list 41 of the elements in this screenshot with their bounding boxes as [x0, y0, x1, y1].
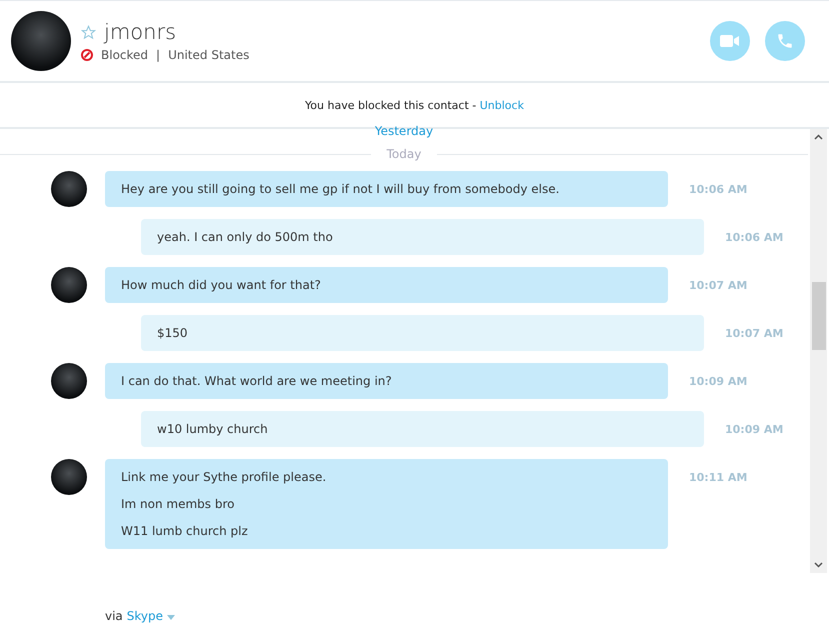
message-time: 10:09 AM [689, 375, 748, 388]
blocked-notice: You have blocked this contact - Unblock [305, 98, 524, 112]
scroll-down-icon[interactable] [814, 562, 823, 568]
blocked-icon [81, 49, 93, 61]
avatar [51, 363, 87, 399]
scrollbar-thumb[interactable] [812, 282, 826, 350]
dropdown-caret-icon [166, 615, 175, 620]
message-text: Hey are you still going to sell me gp if not I will buy from somebody else. [121, 181, 560, 198]
call-button[interactable] [765, 21, 805, 61]
unblock-link[interactable]: Unblock [480, 98, 524, 112]
contact-name: jmonrs [104, 20, 176, 44]
message-text: Im non membs bro [121, 496, 236, 513]
message-text: How much did you want for that? [121, 277, 322, 294]
separator: | [156, 48, 160, 62]
video-camera-icon [720, 34, 740, 48]
via-label: via [105, 609, 123, 623]
message-text: W11 lumb church plz [121, 523, 249, 540]
contact-location: United States [168, 48, 250, 62]
message-text: I can do that. What world are we meeting in? [121, 373, 393, 390]
avatar [51, 459, 87, 495]
message-time: 10:06 AM [689, 183, 748, 196]
service-link[interactable]: Skype [126, 609, 175, 623]
message-time: 10:11 AM [689, 471, 748, 484]
avatar [51, 171, 87, 207]
message-text: $150 [157, 325, 189, 342]
message-time: 10:06 AM [725, 231, 784, 244]
scroll-up-icon[interactable] [814, 134, 823, 140]
day-label: Yesterday [374, 125, 434, 137]
message-text: Link me your Sythe profile please. [121, 469, 328, 486]
day-label: Today [386, 147, 422, 161]
contact-status: Blocked [101, 48, 148, 62]
message-text: w10 lumby church [157, 421, 269, 438]
message-time: 10:07 AM [689, 279, 748, 292]
phone-icon [776, 32, 794, 50]
video-call-button[interactable] [710, 21, 750, 61]
star-icon[interactable] [81, 24, 96, 40]
message-time: 10:07 AM [725, 327, 784, 340]
message-time: 10:09 AM [725, 423, 784, 436]
message-text: yeah. I can only do 500m tho [157, 229, 334, 246]
scrollbar[interactable] [810, 129, 827, 573]
avatar [51, 267, 87, 303]
